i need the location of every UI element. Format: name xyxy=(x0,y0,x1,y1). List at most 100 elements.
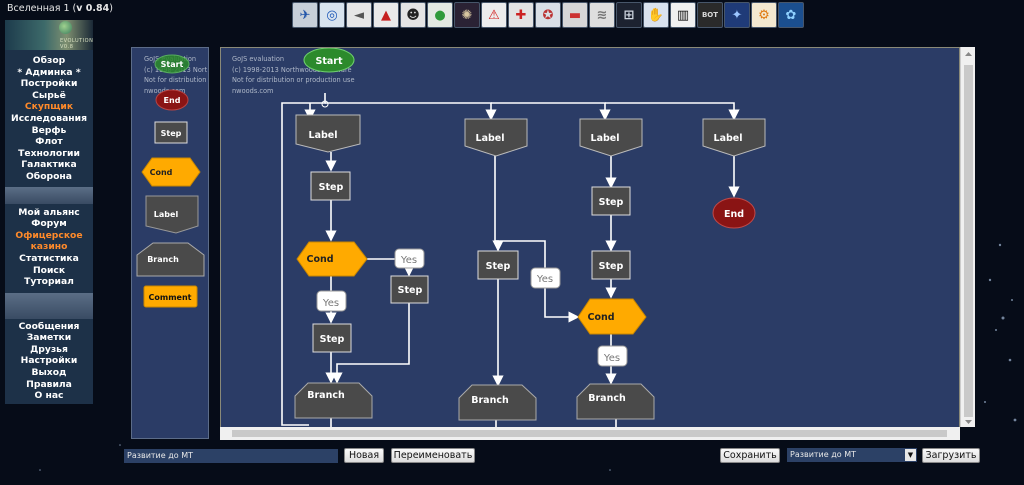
alien-icon[interactable]: ☻ xyxy=(400,2,426,28)
step-node[interactable]: Step xyxy=(390,275,429,304)
galaxy-icon[interactable]: ✺ xyxy=(454,2,480,28)
menu-item[interactable]: О нас xyxy=(5,390,93,402)
barcode-icon[interactable]: ▥ xyxy=(670,2,696,28)
branch-node[interactable]: Branch xyxy=(576,383,655,420)
menu-item[interactable]: Заметки xyxy=(5,332,93,344)
menu-item[interactable]: Галактика xyxy=(5,159,93,171)
label-node[interactable]: Label xyxy=(579,118,643,157)
svg-text:Comment: Comment xyxy=(149,293,192,302)
svg-text:Yes: Yes xyxy=(536,274,553,285)
step-node[interactable]: Step xyxy=(477,250,519,280)
svg-text:Step: Step xyxy=(486,261,511,272)
menu-item[interactable]: Правила xyxy=(5,379,93,391)
cond-node[interactable]: Cond xyxy=(577,298,647,335)
svg-text:Step: Step xyxy=(599,261,624,272)
warning-icon[interactable]: ⚠ xyxy=(481,2,507,28)
palette-start-node[interactable]: Start xyxy=(154,54,190,74)
svg-text:Cond: Cond xyxy=(306,254,333,265)
end-node[interactable]: End xyxy=(712,197,756,229)
menu-item[interactable]: Обзор xyxy=(5,55,93,67)
svg-text:Step: Step xyxy=(398,285,423,296)
main-menu: EVOLUTION V0.8 Обзор * Админка * Постройки… xyxy=(5,20,93,404)
menu-item[interactable]: Исследования xyxy=(5,113,93,125)
menu-item[interactable]: Сырьё xyxy=(5,90,93,102)
load-plan-button[interactable]: Загрузить xyxy=(922,448,980,463)
nebula-icon[interactable]: ✦ xyxy=(724,2,750,28)
menu-item[interactable]: Постройки xyxy=(5,78,93,90)
save-plan-button[interactable]: Сохранить xyxy=(720,448,780,463)
menu-group-main: Обзор * Админка * Постройки Сырьё Скупщик Исс… xyxy=(5,50,93,187)
megaphone-icon[interactable]: ◄ xyxy=(346,2,372,28)
branch-node[interactable]: Branch xyxy=(294,382,373,419)
map-pin-icon[interactable]: ✚ xyxy=(508,2,534,28)
vertical-scrollbar[interactable] xyxy=(960,47,975,427)
gear-icon[interactable]: ⚙ xyxy=(751,2,777,28)
planet-icon[interactable]: ● xyxy=(427,2,453,28)
target-icon[interactable]: ◎ xyxy=(319,2,345,28)
step-node[interactable]: Step xyxy=(310,171,351,201)
menu-item[interactable]: Скупщик xyxy=(5,101,93,113)
menu-item[interactable]: казино xyxy=(5,241,93,253)
step-node[interactable]: Step xyxy=(591,250,631,280)
scroll-up-arrow-icon xyxy=(965,52,972,56)
ship-icon[interactable]: ⊞ xyxy=(616,2,642,28)
bot-icon[interactable]: BOT xyxy=(697,2,723,28)
menu-item[interactable]: Технологии xyxy=(5,148,93,160)
menu-item[interactable]: Офицерское xyxy=(5,230,93,242)
step-node[interactable]: Step xyxy=(591,186,631,216)
satellite-icon[interactable]: ✈ xyxy=(292,2,318,28)
menu-item[interactable]: * Админка * xyxy=(5,67,93,79)
label-node[interactable]: Label xyxy=(464,118,528,157)
svg-text:Step: Step xyxy=(319,182,344,193)
handshake-icon[interactable]: ✋ xyxy=(643,2,669,28)
rename-plan-button[interactable]: Переименовать xyxy=(391,448,475,463)
brain-icon[interactable]: ✿ xyxy=(778,2,804,28)
start-node[interactable]: Start xyxy=(303,48,355,108)
palette-cond-node[interactable]: Cond xyxy=(141,157,201,187)
menu-item[interactable]: Выход xyxy=(5,367,93,379)
palette-branch-node[interactable]: Branch xyxy=(136,242,205,277)
menu-item[interactable]: Флот xyxy=(5,136,93,148)
menu-item[interactable]: Друзья xyxy=(5,344,93,356)
flowchart: Start Label Label Label Label Step Step … xyxy=(281,48,766,429)
menu-group-social: Мой альянс Форум Офицерское казино Статистик… xyxy=(5,203,93,293)
palette-label-node[interactable]: Label xyxy=(145,195,199,234)
menu-item[interactable]: Оборона xyxy=(5,171,93,183)
svg-text:Yes: Yes xyxy=(400,255,417,266)
plan-name-input[interactable]: Развитие до МТ xyxy=(124,449,338,463)
palette-end-node[interactable]: End xyxy=(155,89,189,111)
menu-item[interactable]: Туториал xyxy=(5,276,93,288)
scroll-down-arrow-icon xyxy=(965,420,972,424)
plan-select-value: Развитие до МТ xyxy=(790,450,856,459)
menu-item[interactable]: Верфь xyxy=(5,125,93,137)
version-label: v 0.84 xyxy=(76,3,110,14)
menu-item[interactable]: Сообщения xyxy=(5,321,93,333)
node-palette[interactable]: GoJS evaluation(c) 1998-2013 Nort Not fo… xyxy=(131,47,209,439)
menu-item[interactable]: Поиск xyxy=(5,265,93,277)
chevron-down-icon[interactable]: ▼ xyxy=(905,449,916,461)
top-toolbar: ✈ ◎ ◄ ▲ ☻ ● ✺ ⚠ ✚ ✪ ▬ ≋ ⊞ ✋ ▥ BOT ✦ ⚙ ✿ xyxy=(292,1,804,30)
step-node[interactable]: Step xyxy=(312,323,352,353)
label-node[interactable]: Label xyxy=(295,114,361,153)
svg-text:Label: Label xyxy=(309,130,338,141)
new-plan-button[interactable]: Новая xyxy=(344,448,384,463)
svg-text:Label: Label xyxy=(476,133,505,144)
menu-item[interactable]: Статистика xyxy=(5,253,93,265)
menu-item[interactable]: Мой альянс xyxy=(5,207,93,219)
yes-label: Yes xyxy=(394,248,425,269)
diagram-canvas[interactable]: GoJS evaluation (c) 1998-2013 Northwoods … xyxy=(220,47,960,440)
fleet-icon[interactable]: ▬ xyxy=(562,2,588,28)
wifi-icon[interactable]: ≋ xyxy=(589,2,615,28)
menu-item[interactable]: Форум xyxy=(5,218,93,230)
branch-node[interactable]: Branch xyxy=(458,384,537,421)
alert-rocket-icon[interactable]: ▲ xyxy=(373,2,399,28)
cond-node[interactable]: Cond xyxy=(296,241,368,277)
rescue-icon[interactable]: ✪ xyxy=(535,2,561,28)
palette-comment-node[interactable]: Comment xyxy=(143,285,198,308)
menu-item[interactable]: Настройки xyxy=(5,355,93,367)
svg-text:Label: Label xyxy=(591,133,620,144)
horizontal-scrollbar[interactable] xyxy=(220,427,960,440)
plan-select[interactable]: Развитие до МТ ▼ xyxy=(787,448,917,462)
label-node[interactable]: Label xyxy=(702,118,766,157)
palette-step-node[interactable]: Step xyxy=(154,121,188,144)
